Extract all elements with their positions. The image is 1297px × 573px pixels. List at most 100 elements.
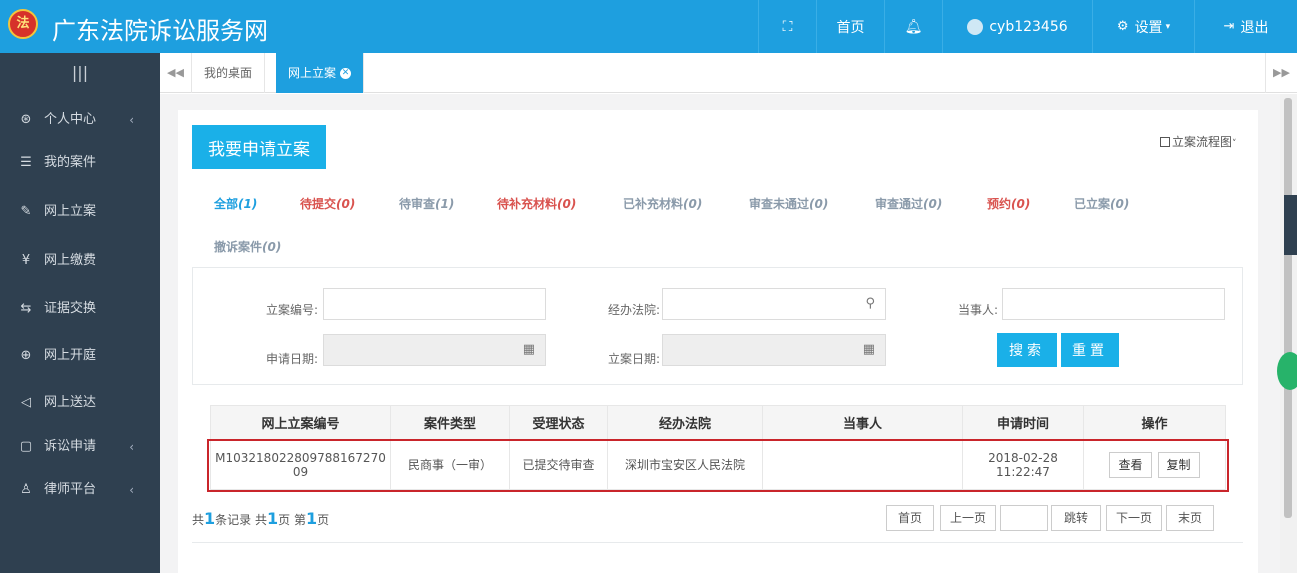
search-button[interactable]: 搜索 [997, 333, 1057, 367]
search-form [192, 267, 1243, 385]
table-header-row: 网上立案编号 案件类型 受理状态 经办法院 当事人 申请时间 操作 [210, 405, 1226, 440]
sidebar-item-online-filing[interactable]: ✎ 网上立案 [0, 192, 160, 232]
image-icon [1160, 137, 1170, 147]
double-left-icon: ◀◀ [167, 66, 184, 79]
chevron-left-icon: ‹ [129, 483, 134, 497]
filter-tab-pending-submit[interactable]: 待提交(0) [300, 195, 355, 212]
view-button[interactable]: 查看 [1109, 451, 1152, 478]
sidebar-item-label: 证据交换 [44, 301, 97, 316]
last-page-button[interactable]: 末页 [1166, 505, 1214, 531]
filter-tab-pending-review[interactable]: 待审查(1) [399, 195, 454, 212]
filter-tab-withdrawn[interactable]: 撤诉案件(0) [214, 238, 281, 255]
home-link[interactable]: 首页 [816, 0, 884, 53]
filter-tab-label: 审查通过 [875, 197, 924, 211]
gear-icon: ⚙ [1116, 19, 1129, 34]
apply-filing-button[interactable]: 我要申请立案 [192, 125, 326, 169]
sidebar-item-online-payment[interactable]: ¥ 网上缴费 [0, 241, 160, 281]
filter-tab-count: (0) [557, 197, 577, 211]
floating-widget[interactable] [1277, 352, 1297, 390]
filter-tab-appointment[interactable]: 预约(0) [987, 195, 1030, 212]
sidebar-item-personal-center[interactable]: ⊛ 个人中心 ‹ [0, 100, 160, 140]
caret-down-icon: ▾ [1165, 21, 1171, 32]
court-input[interactable]: ⚲ [662, 288, 886, 320]
notification-button[interactable]: 🔔︎ [884, 0, 942, 53]
menu-bars-icon: ||| [71, 63, 89, 82]
calendar-icon[interactable]: ▦ [863, 342, 875, 357]
sidebar-item-my-cases[interactable]: ☰ 我的案件 [0, 143, 160, 183]
filing-date-input[interactable]: ▦ [662, 334, 886, 366]
next-page-button[interactable]: 下一页 [1106, 505, 1162, 531]
sidebar-item-evidence-exchange[interactable]: ⇆ 证据交换 [0, 289, 160, 329]
list-icon: ☰ [20, 155, 32, 170]
filter-tab-filed[interactable]: 已立案(0) [1074, 195, 1129, 212]
double-right-icon: ▶▶ [1273, 66, 1290, 79]
filter-tab-count: (0) [1011, 197, 1031, 211]
fullscreen-button[interactable]: ⛶ [758, 0, 816, 53]
pager-text: 条记录 共 [215, 513, 267, 527]
filing-flowchart-link[interactable]: 立案流程图˅ [1160, 133, 1237, 150]
home-label: 首页 [836, 19, 865, 36]
copy-button[interactable]: 复制 [1157, 451, 1200, 478]
tab-scroll-right-button[interactable]: ▶▶ [1265, 53, 1297, 93]
tab-online-filing[interactable]: 网上立案 ✕ [276, 53, 365, 93]
sidebar-item-online-service[interactable]: ◁ 网上送达 [0, 383, 160, 423]
globe-icon: ⊕ [20, 348, 32, 363]
jump-button[interactable]: 跳转 [1051, 505, 1101, 531]
court-emblem-logo: 法 [8, 9, 38, 39]
pager-text: 页 [317, 513, 330, 527]
case-no-cell: M103218022809788167270​09 [210, 439, 391, 490]
reset-button[interactable]: 重置 [1061, 333, 1119, 367]
filter-tab-label: 撤诉案件 [214, 240, 263, 254]
chevron-left-icon: ‹ [129, 113, 134, 127]
filter-tab-count: (1) [238, 197, 258, 211]
filter-tab-need-materials[interactable]: 待补充材料(0) [497, 195, 576, 212]
user-menu[interactable]: cyb123456 [942, 0, 1092, 53]
users-icon: ♙ [20, 482, 32, 497]
sidebar-item-label: 我的案件 [44, 155, 97, 170]
scrollbar-thumb[interactable] [1284, 98, 1292, 518]
filter-tab-label: 已补充材料 [623, 197, 684, 211]
sidebar-item-online-hearing[interactable]: ⊕ 网上开庭 [0, 336, 160, 376]
column-header: 操作 [1083, 405, 1226, 440]
sidebar-item-litigation-application[interactable]: ▢ 诉讼申请 ‹ [0, 427, 160, 467]
case-no-input[interactable] [323, 288, 546, 320]
party-input[interactable] [1002, 288, 1225, 320]
logout-button[interactable]: ⇥ 退出 [1194, 0, 1297, 53]
side-dock-tab[interactable] [1284, 195, 1297, 255]
sidebar-item-label: 律师平台 [44, 482, 97, 497]
sidebar-item-label: 网上送达 [44, 395, 97, 410]
expand-icon: ⛶ [782, 18, 793, 35]
filter-tab-review-failed[interactable]: 审查未通过(0) [749, 195, 828, 212]
filter-tab-all[interactable]: 全部(1) [214, 195, 257, 212]
vertical-scrollbar[interactable] [1280, 94, 1297, 573]
tab-my-desktop[interactable]: 我的桌面 [192, 53, 266, 93]
close-tab-icon[interactable]: ✕ [340, 68, 352, 79]
apply-date-input[interactable]: ▦ [323, 334, 546, 366]
sidebar-item-label: 个人中心 [44, 112, 97, 127]
calendar-icon[interactable]: ▦ [523, 342, 535, 357]
filter-tab-count: (0) [336, 197, 356, 211]
party-cell [762, 439, 963, 490]
filter-tab-label: 审查未通过 [749, 197, 810, 211]
first-page-button[interactable]: 首页 [886, 505, 934, 531]
sidebar-toggle-button[interactable]: ||| [0, 53, 160, 93]
tab-scroll-left-button[interactable]: ◀◀ [160, 53, 192, 93]
filter-tab-review-passed[interactable]: 审查通过(0) [875, 195, 942, 212]
column-header: 申请时间 [962, 405, 1084, 440]
search-icon[interactable]: ⚲ [865, 296, 875, 311]
prev-page-button[interactable]: 上一页 [940, 505, 996, 531]
tab-label: 我的桌面 [204, 66, 253, 80]
record-count: 1 [204, 509, 216, 528]
page-number-input[interactable] [1000, 505, 1048, 531]
sidebar-item-lawyer-platform[interactable]: ♙ 律师平台 ‹ [0, 470, 160, 510]
case-no-label: 立案编号: [266, 303, 319, 317]
column-header: 受理状态 [509, 405, 608, 440]
settings-dropdown[interactable]: ⚙ 设置 ▾ [1092, 0, 1194, 53]
yen-icon: ¥ [21, 253, 31, 268]
tab-strip: ||| ◀◀ 我的桌面 网上立案 ✕ ▶▶ [0, 53, 1297, 93]
filter-tab-label: 已立案 [1074, 197, 1111, 211]
current-page: 1 [305, 509, 318, 528]
filter-tab-label: 待审查 [399, 197, 436, 211]
bell-icon: 🔔︎ [904, 18, 923, 35]
filter-tab-materials-added[interactable]: 已补充材料(0) [623, 195, 702, 212]
